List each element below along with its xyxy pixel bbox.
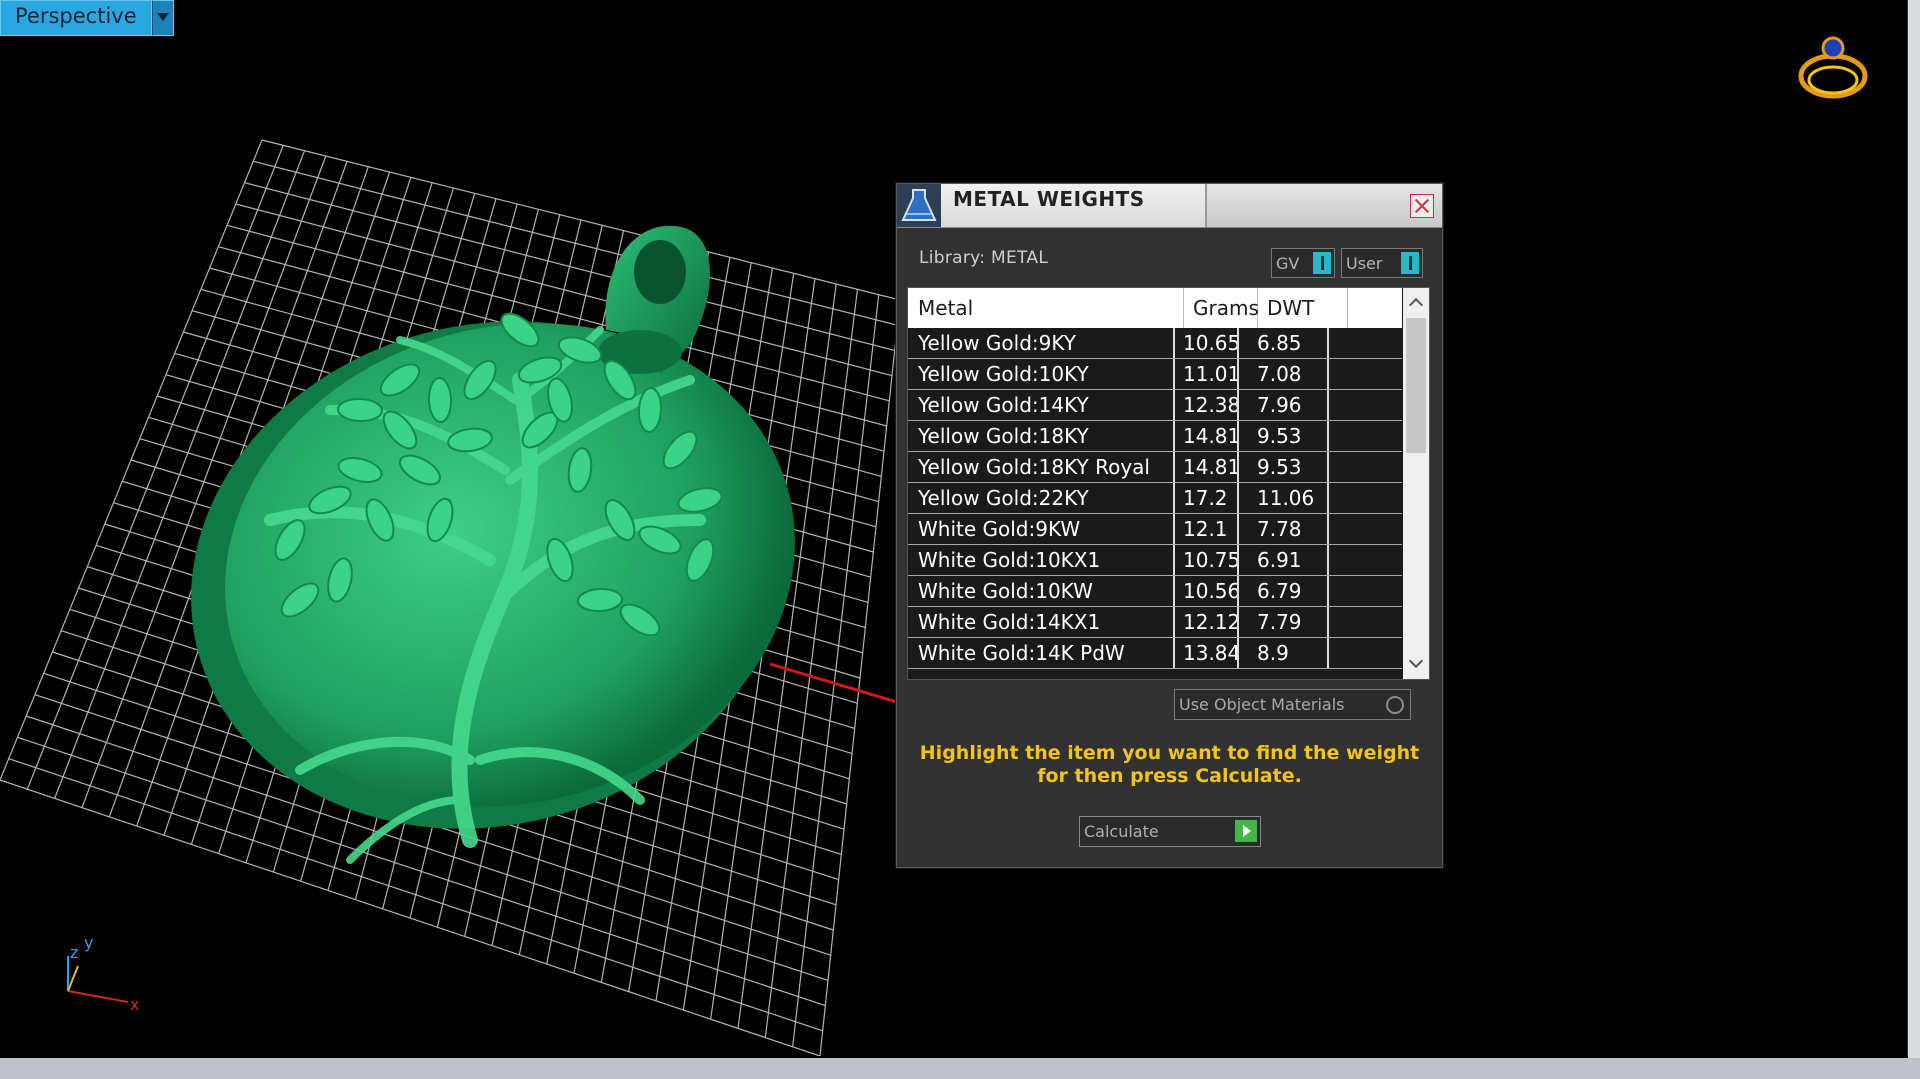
grams-cell: 10.75 [1173, 545, 1239, 575]
dwt-cell: 9.53 [1247, 452, 1329, 482]
metal-cell: White Gold:10KW [908, 576, 1175, 606]
dwt-cell: 6.85 [1247, 328, 1329, 358]
table-row[interactable]: White Gold:14KX1 12.12 7.79 [908, 607, 1402, 638]
hint-line-2: for then press Calculate. [1037, 765, 1302, 787]
view-dropdown-button[interactable] [151, 0, 174, 36]
metal-cell: White Gold:14K PdW [908, 638, 1175, 668]
metal-cell: Yellow Gold:9KY [908, 328, 1175, 358]
grams-cell: 17.2 [1173, 483, 1239, 513]
panel-header[interactable]: METAL WEIGHTS [897, 184, 1442, 228]
column-header-metal[interactable]: Metal [908, 288, 1184, 328]
column-header-grams[interactable]: Grams [1183, 288, 1259, 328]
grams-cell: 12.1 [1173, 514, 1239, 544]
use-object-materials-toggle[interactable]: Use Object Materials [1174, 689, 1411, 720]
use-object-materials-label: Use Object Materials [1179, 695, 1345, 714]
table-row[interactable]: Yellow Gold:9KY 10.65 6.85 [908, 328, 1402, 359]
play-arrow-icon [1235, 820, 1257, 842]
metal-cell: White Gold:9KW [908, 514, 1175, 544]
dwt-cell: 9.53 [1247, 421, 1329, 451]
calculate-button[interactable]: Calculate [1079, 816, 1261, 847]
close-button[interactable] [1410, 194, 1434, 218]
user-label: User [1346, 254, 1383, 273]
table-scrollbar[interactable] [1403, 288, 1429, 679]
grams-cell: 14.81 [1173, 452, 1239, 482]
axis-gizmo: z y x [67, 936, 139, 1014]
metal-cell: Yellow Gold:14KY [908, 390, 1175, 420]
table-row[interactable]: White Gold:10KX1 10.75 6.91 [908, 545, 1402, 576]
grams-cell: 11.01 [1173, 359, 1239, 389]
status-strip [0, 1058, 1920, 1079]
panel-title: METAL WEIGHTS [953, 187, 1145, 211]
gv-toggle-button[interactable]: GV [1271, 248, 1335, 278]
radio-icon [1386, 696, 1404, 714]
hint-text: Highlight the item you want to find the … [917, 742, 1422, 788]
grams-cell: 12.12 [1173, 607, 1239, 637]
metal-cell: Yellow Gold:22KY [908, 483, 1175, 513]
scroll-up-button[interactable] [1403, 292, 1429, 314]
window-edge [1908, 0, 1920, 1058]
view-name-label[interactable]: Perspective [0, 0, 152, 36]
table-row[interactable]: Yellow Gold:14KY 12.38 7.96 [908, 390, 1402, 421]
user-toggle-button[interactable]: User [1341, 248, 1423, 278]
toggle-indicator-icon [1401, 252, 1419, 274]
table-row[interactable]: Yellow Gold:10KY 11.01 7.08 [908, 359, 1402, 390]
axis-y-label: y [84, 936, 93, 952]
dwt-cell: 8.9 [1247, 638, 1329, 668]
table-row[interactable]: Yellow Gold:18KY Royal 14.81 9.53 [908, 452, 1402, 483]
grams-cell: 12.38 [1173, 390, 1239, 420]
gv-label: GV [1276, 254, 1300, 273]
scroll-thumb[interactable] [1406, 318, 1426, 453]
scroll-down-button[interactable] [1403, 653, 1429, 675]
table-row[interactable]: Yellow Gold:22KY 17.2 11.06 [908, 483, 1402, 514]
metal-weights-panel: METAL WEIGHTS Library: METAL GV User Met… [896, 183, 1443, 868]
grams-cell: 10.65 [1173, 328, 1239, 358]
metal-cell: White Gold:10KX1 [908, 545, 1175, 575]
axis-z-label: z [70, 943, 78, 962]
table-header: Metal Grams DWT [908, 288, 1402, 328]
table-row[interactable]: Yellow Gold:18KY 14.81 9.53 [908, 421, 1402, 452]
library-label: Library: METAL [919, 248, 1049, 268]
column-header-dwt[interactable]: DWT [1257, 288, 1348, 328]
metal-cell: Yellow Gold:18KY [908, 421, 1175, 451]
calculate-label: Calculate [1084, 822, 1159, 841]
grams-cell: 10.56 [1173, 576, 1239, 606]
flask-icon [897, 184, 941, 227]
table-body: Yellow Gold:9KY 10.65 6.85 Yellow Gold:10KY… [908, 328, 1402, 669]
dwt-cell: 7.96 [1247, 390, 1329, 420]
dwt-cell: 7.79 [1247, 607, 1329, 637]
table-row[interactable]: White Gold:9KW 12.1 7.78 [908, 514, 1402, 545]
dwt-cell: 11.06 [1247, 483, 1329, 513]
dwt-cell: 7.08 [1247, 359, 1329, 389]
grams-cell: 13.84 [1173, 638, 1239, 668]
table-row[interactable]: White Gold:10KW 10.56 6.79 [908, 576, 1402, 607]
table-row[interactable]: White Gold:14K PdW 13.84 8.9 [908, 638, 1402, 669]
metal-cell: Yellow Gold:18KY Royal [908, 452, 1175, 482]
axis-x-label: x [130, 995, 139, 1014]
metal-cell: Yellow Gold:10KY [908, 359, 1175, 389]
dwt-cell: 7.78 [1247, 514, 1329, 544]
dwt-cell: 6.91 [1247, 545, 1329, 575]
metal-table[interactable]: Metal Grams DWT Yellow Gold:9KY 10.65 6.85… [907, 287, 1430, 680]
toggle-indicator-icon [1313, 252, 1331, 274]
hint-line-1: Highlight the item you want to find the … [919, 742, 1420, 764]
ring-icon[interactable] [1796, 34, 1870, 106]
metal-cell: White Gold:14KX1 [908, 607, 1175, 637]
dwt-cell: 6.79 [1247, 576, 1329, 606]
grams-cell: 14.81 [1173, 421, 1239, 451]
